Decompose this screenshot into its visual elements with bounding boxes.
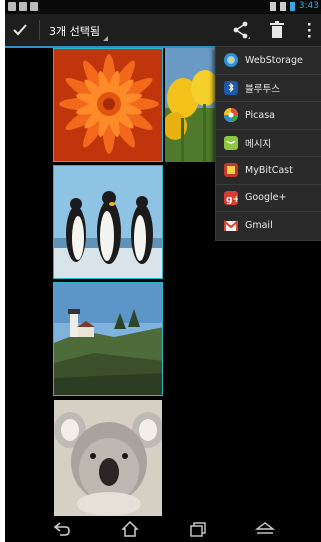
navigation-bar [5, 516, 321, 542]
home-icon[interactable] [120, 520, 140, 538]
recent-apps-icon[interactable] [188, 520, 208, 538]
edit-notification-icon [30, 2, 38, 11]
google-plus-icon: g+ [224, 190, 238, 205]
bluetooth-icon [224, 80, 238, 95]
menu-item-label: 메시지 [245, 138, 272, 150]
menu-item-label: Google+ [245, 192, 287, 204]
mybitcast-icon [224, 163, 238, 178]
menu-item-label: Gmail [245, 220, 273, 232]
trash-icon[interactable] [267, 20, 287, 40]
share-menu: WebStorage 블루투스 Picasa 메시지 MyBitCast g+ … [215, 46, 321, 241]
document-notification-icon [19, 2, 27, 11]
share-option-picasa[interactable]: Picasa [216, 102, 321, 130]
picasa-icon [224, 108, 238, 123]
photo-tile-penguins[interactable] [53, 165, 163, 279]
clock: 3:43 [298, 1, 319, 11]
share-option-gmail[interactable]: Gmail [216, 212, 321, 240]
menu-item-label: MyBitCast [245, 164, 293, 176]
svg-text:g+: g+ [226, 195, 238, 205]
gmail-icon [224, 219, 238, 231]
image-notification-icon [8, 2, 16, 11]
wifi-icon [279, 1, 286, 11]
webstorage-icon [224, 53, 238, 68]
photo-tile-flower[interactable] [53, 48, 163, 162]
menu-icon[interactable] [255, 520, 275, 538]
back-icon[interactable] [52, 520, 72, 538]
divider [39, 20, 40, 40]
chevron-down-icon [103, 36, 108, 41]
selection-count-dropdown[interactable]: 3개 선택됨 [49, 23, 100, 39]
menu-item-label: WebStorage [245, 54, 303, 66]
share-option-mybitcast[interactable]: MyBitCast [216, 157, 321, 185]
photo-tile-koala[interactable] [53, 399, 163, 517]
menu-item-label: 블루투스 [245, 83, 280, 95]
overflow-menu-icon[interactable] [299, 20, 319, 40]
menu-item-label: Picasa [245, 109, 275, 121]
contextual-action-bar: 3개 선택됨 [5, 14, 321, 48]
signal-icon [269, 1, 276, 11]
share-option-message[interactable]: 메시지 [216, 130, 321, 157]
status-bar: 3:43 [5, 0, 321, 14]
message-icon [224, 135, 238, 150]
status-right: 3:43 [269, 1, 319, 11]
share-icon[interactable] [231, 20, 251, 40]
share-option-webstorage[interactable]: WebStorage [216, 47, 321, 75]
share-option-bluetooth[interactable]: 블루투스 [216, 75, 321, 102]
share-option-google-plus[interactable]: g+ Google+ [216, 185, 321, 212]
screen: 3:43 3개 선택됨 WebStorage 블루투스 Picasa 메시지 M… [5, 0, 321, 542]
battery-icon [289, 1, 295, 11]
photo-tile-lighthouse[interactable] [53, 282, 163, 396]
check-icon[interactable] [11, 21, 29, 39]
notification-icons [8, 2, 38, 11]
